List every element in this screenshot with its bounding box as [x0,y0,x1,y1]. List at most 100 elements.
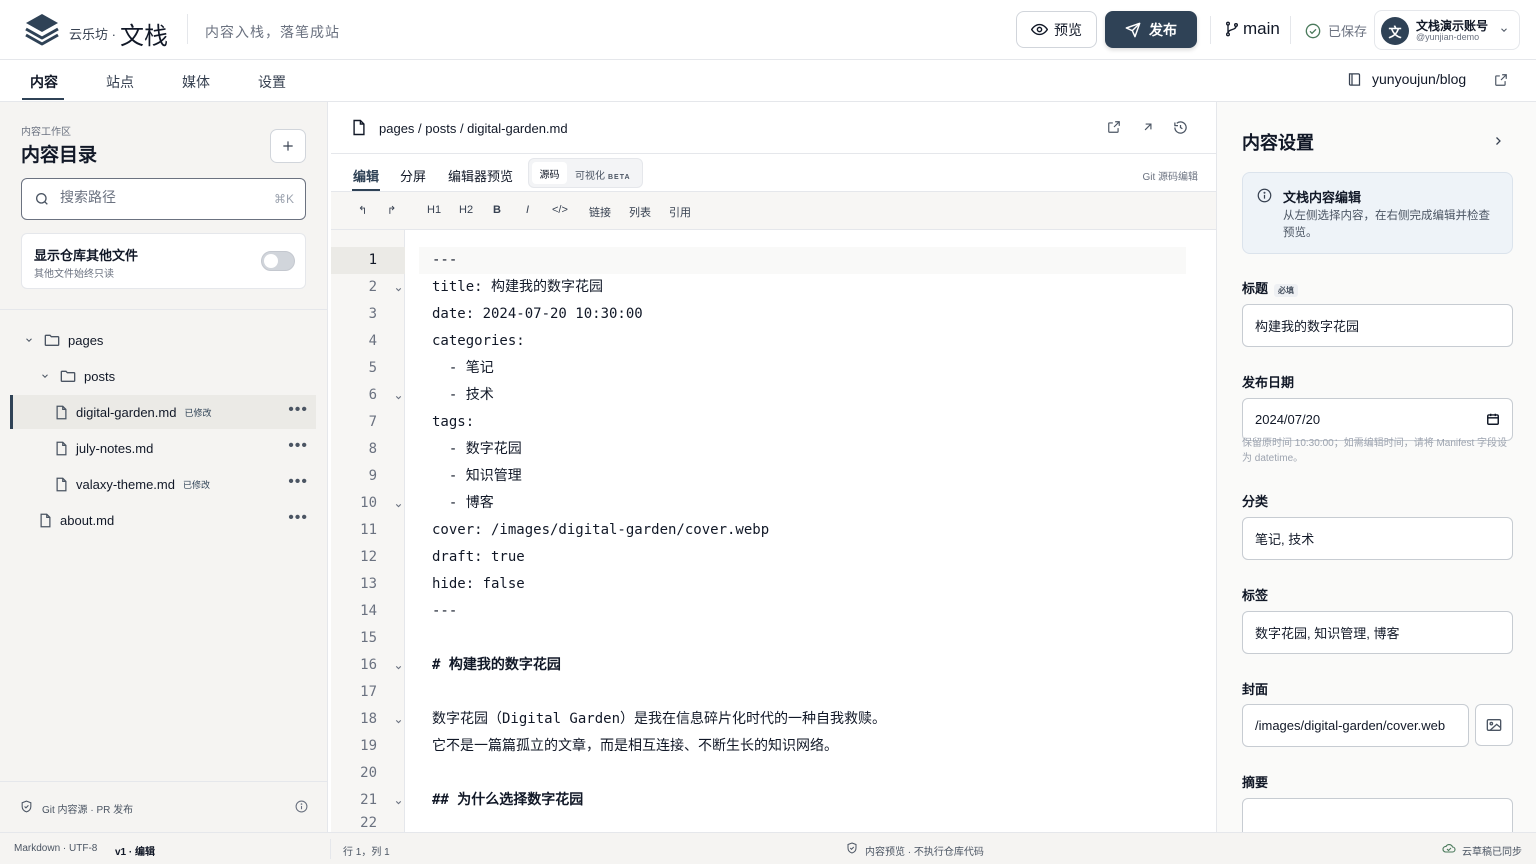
tree-label: pages [68,332,104,348]
heading1-button[interactable]: H1 [427,204,441,216]
choose-image-button[interactable] [1475,704,1513,746]
bold-button[interactable]: B [493,204,501,216]
line-number: 14 [360,603,377,619]
tab-content[interactable]: 内容 [30,72,58,92]
avatar: 文 [1381,17,1409,45]
search-icon [34,191,50,207]
line-number: 18 [360,711,377,727]
sidebar-footer: Git 内容源 · PR 发布 [0,781,328,832]
line-number: 16 [360,657,377,673]
search-shortcut: ⌘K [273,192,294,206]
info-title: 文栈内容编辑 [1283,190,1362,205]
fold-chevron-icon[interactable] [394,285,403,294]
code-line: - 技术 [432,387,494,403]
account-handle: @yunjian-demo [1416,32,1480,42]
code-line: --- [432,603,458,619]
link-button[interactable]: 链接 [589,204,611,220]
external-link-icon[interactable] [1494,73,1508,87]
mode-switch: 源码 可视化 BETA [528,158,643,188]
repo-link[interactable]: yunyoujun/blog [1347,71,1466,87]
history-icon[interactable] [1173,120,1188,135]
file-path: pages / posts / digital-garden.md [379,121,568,136]
tree-file-july-notes[interactable]: july-notes.md ••• [10,431,316,465]
search-input[interactable] [60,189,260,205]
tab-edit[interactable]: 编辑 [353,166,379,185]
file-icon [352,119,366,136]
search-box: ⌘K [21,178,306,220]
tab-split[interactable]: 分屏 [400,166,426,185]
sidebar-divider [0,309,328,310]
tree-folder-posts[interactable]: posts [10,359,316,393]
list-button[interactable]: 列表 [629,204,651,220]
more-icon[interactable]: ••• [288,402,308,418]
code-line: title: 构建我的数字花园 [432,279,604,295]
code-line: 它不是一篇篇孤立的文章，而是相互连接、不断生长的知识网络。 [432,738,838,754]
mode-source-button[interactable]: 源码 [532,162,567,184]
chevron-right-icon[interactable] [1492,134,1504,148]
title-field[interactable]: 构建我的数字花园 [1242,304,1513,347]
account-menu[interactable]: 文 文栈演示账号 @yunjian-demo [1374,10,1520,50]
code-button[interactable]: </> [552,204,568,216]
tree-folder-pages[interactable]: pages [10,323,316,357]
preview-button[interactable]: 预览 [1016,11,1097,48]
sidebar-title: 内容目录 [21,145,98,166]
fold-chevron-icon[interactable] [394,663,403,672]
fold-chevron-icon[interactable] [394,717,403,726]
code-line: - 博客 [432,495,494,511]
calendar-icon[interactable] [1486,412,1500,426]
line-number: 9 [368,468,377,484]
tab-sites[interactable]: 站点 [106,72,134,92]
more-icon[interactable]: ••• [288,474,308,490]
active-line-highlight [419,247,1186,274]
status-bar: Markdown · UTF-8 v1 · 编辑 行 1，列 1 内容预览 · … [0,832,1536,864]
branch-selector[interactable]: main [1224,19,1280,39]
file-icon [55,441,68,456]
tree-label: about.md [60,512,115,528]
show-other-files-toggle[interactable] [261,251,295,271]
cover-label: 封面 [1242,682,1269,697]
open-external-icon[interactable] [1107,120,1121,134]
tree-label: valaxy-theme.md [76,476,175,492]
summary-field[interactable] [1242,798,1513,832]
code-line: tags: [432,414,475,430]
mode-visual-label: 可视化 [575,171,605,182]
publish-button[interactable]: 发布 [1105,11,1197,48]
line-number: 17 [360,684,377,700]
line-number: 21 [360,792,377,808]
arrow-up-right-icon[interactable] [1141,120,1155,134]
app-logo-icon [24,12,60,48]
file-icon [55,405,68,420]
more-icon[interactable]: ••• [288,438,308,454]
tab-settings[interactable]: 设置 [258,72,286,92]
undo-button[interactable]: ↰ [358,204,367,217]
tree-file-about[interactable]: about.md ••• [10,503,316,537]
format-toolbar: ↰ ↱ H1 H2 B I </> 链接 列表 引用 [331,192,1216,230]
sidebar-kicker: 内容工作区 [21,127,71,138]
folder-icon [44,333,60,347]
redo-button[interactable]: ↱ [387,204,396,217]
info-icon[interactable] [295,800,308,813]
tab-editor-preview[interactable]: 编辑器预览 [448,166,513,185]
more-icon[interactable]: ••• [288,510,308,526]
category-field[interactable]: 笔记, 技术 [1242,517,1513,560]
git-source-label: Git 源码编辑 [1142,172,1198,183]
italic-button[interactable]: I [526,204,529,216]
preview-label: 预览 [1054,21,1082,38]
mode-visual-button[interactable]: 可视化 BETA [575,167,631,182]
quote-button[interactable]: 引用 [669,204,691,220]
heading2-button[interactable]: H2 [459,204,473,216]
tab-media[interactable]: 媒体 [182,72,210,92]
cover-field[interactable]: /images/digital-garden/cover.web [1242,704,1469,747]
fold-chevron-icon[interactable] [394,798,403,807]
tree-file-digital-garden[interactable]: digital-garden.md 已修改 ••• [10,395,316,429]
git-branch-icon [1224,20,1240,38]
file-icon [55,477,68,492]
tags-field[interactable]: 数字花园, 知识管理, 博客 [1242,611,1513,654]
fold-chevron-icon[interactable] [394,393,403,402]
file-bar: pages / posts / digital-garden.md [331,102,1216,154]
fold-chevron-icon[interactable] [394,501,403,510]
tree-file-valaxy-theme[interactable]: valaxy-theme.md 已修改 ••• [10,467,316,501]
summary-label: 摘要 [1242,775,1269,790]
add-content-button[interactable] [270,129,306,163]
date-field[interactable]: 2024/07/20 [1242,398,1513,441]
